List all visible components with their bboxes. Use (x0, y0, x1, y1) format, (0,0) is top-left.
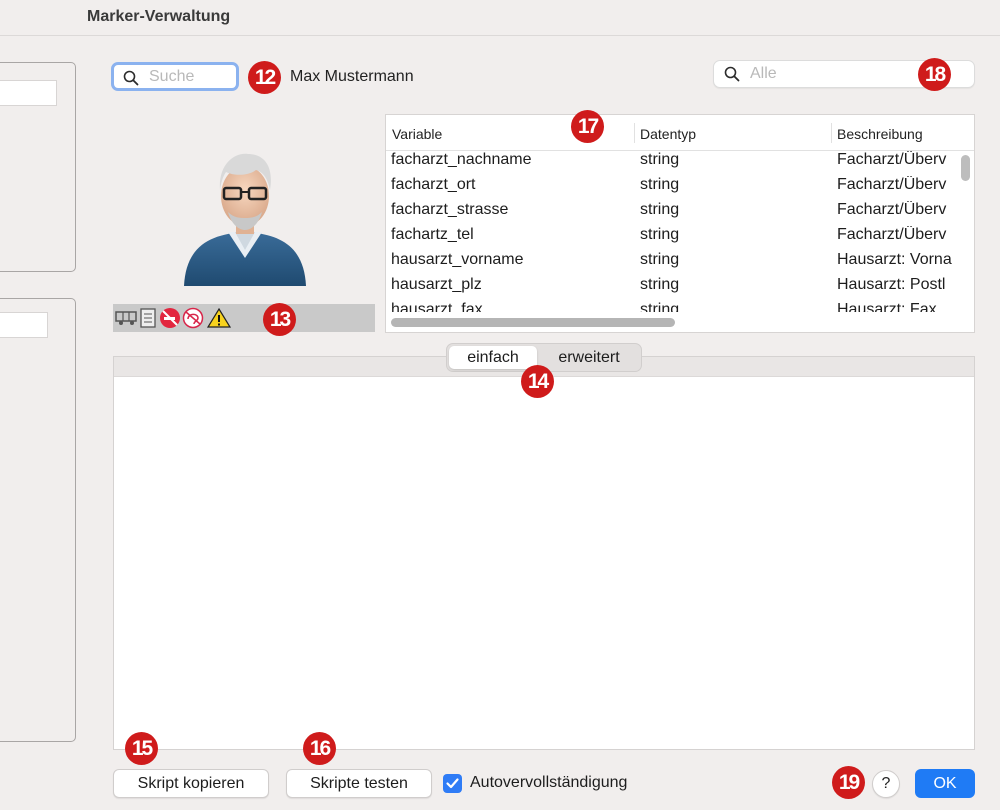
cell-variable: hausarzt_plz (391, 276, 482, 293)
callout-badge-19: 19 (832, 766, 865, 799)
copy-script-button[interactable]: Skript kopieren (113, 769, 269, 798)
patient-avatar (184, 153, 306, 286)
tab-erweitert[interactable]: erweitert (539, 346, 639, 369)
cell-beschreibung: Facharzt/Überv (837, 226, 947, 243)
cell-datentyp: string (640, 301, 680, 312)
table-row[interactable]: facharzt_strasse string Facharzt/Überv (386, 198, 958, 223)
patient-search-field[interactable] (111, 62, 239, 91)
cell-beschreibung: Facharzt/Überv (837, 176, 947, 193)
horizontal-scrollbar-thumb[interactable] (391, 318, 675, 327)
autocomplete-checkbox[interactable] (443, 774, 462, 793)
autocomplete-label[interactable]: Autovervollständigung (470, 774, 627, 792)
test-scripts-button[interactable]: Skripte testen (286, 769, 432, 798)
callout-badge-13: 13 (263, 303, 296, 336)
vehicle-icon (115, 311, 137, 325)
variable-filter-input[interactable] (750, 65, 920, 83)
column-divider[interactable] (634, 123, 635, 143)
column-divider[interactable] (831, 123, 832, 143)
table-row[interactable]: hausarzt_vorname string Hausarzt: Vorna (386, 248, 958, 273)
cell-datentyp: string (640, 176, 680, 193)
ok-button[interactable]: OK (915, 769, 975, 798)
column-header-variable[interactable]: Variable (392, 126, 442, 142)
left-field-top[interactable] (0, 80, 57, 106)
cell-beschreibung: Hausarzt: Postl (837, 276, 946, 293)
callout-badge-14: 14 (521, 365, 554, 398)
no-smoking-icon (160, 308, 180, 328)
cell-datentyp: string (640, 276, 680, 293)
title-bar: Marker-Verwaltung (0, 0, 1000, 36)
column-header-datentyp[interactable]: Datentyp (640, 126, 696, 142)
table-row[interactable]: facharzt_ort string Facharzt/Überv (386, 173, 958, 198)
patient-search-input[interactable] (149, 68, 234, 86)
clipboard-icon (140, 308, 156, 328)
table-row[interactable]: facharzt_nachname string Facharzt/Überv (386, 148, 958, 173)
cell-beschreibung: Facharzt/Überv (837, 151, 947, 168)
patient-name: Max Mustermann (290, 68, 414, 85)
left-panel-bottom (0, 298, 76, 742)
vertical-scrollbar-thumb[interactable] (961, 155, 970, 181)
cell-variable: facharzt_nachname (391, 151, 532, 168)
cell-datentyp: string (640, 201, 680, 218)
cell-datentyp: string (640, 251, 680, 268)
left-field-bottom[interactable] (0, 312, 48, 338)
table-row[interactable]: hausarzt_plz string Hausarzt: Postl (386, 273, 958, 298)
column-header-beschreibung[interactable]: Beschreibung (837, 126, 923, 142)
callout-badge-15: 15 (125, 732, 158, 765)
hearing-impaired-icon (182, 307, 204, 329)
cell-beschreibung: Facharzt/Überv (837, 201, 947, 218)
callout-badge-18: 18 (918, 58, 951, 91)
tab-einfach[interactable]: einfach (449, 346, 537, 369)
callout-badge-16: 16 (303, 732, 336, 765)
status-icon-bar (113, 304, 375, 332)
table-row[interactable]: fachartz_tel string Facharzt/Überv (386, 223, 958, 248)
cell-variable: hausarzt_vorname (391, 251, 524, 268)
search-icon (123, 70, 139, 86)
table-header: Variable Datentyp Beschreibung (386, 115, 974, 151)
callout-badge-12: 12 (248, 61, 281, 94)
horizontal-scrollbar[interactable] (386, 313, 974, 332)
search-icon (724, 66, 740, 82)
variables-table: Variable Datentyp Beschreibung facharzt_… (385, 114, 975, 333)
help-button[interactable]: ? (872, 770, 900, 798)
window-title: Marker-Verwaltung (87, 8, 231, 25)
checkmark-icon (446, 778, 459, 789)
cell-beschreibung: Hausarzt: Vorna (837, 251, 952, 268)
table-row[interactable]: hausarzt_fax string Hausarzt: Fax (386, 298, 958, 312)
cell-variable: facharzt_strasse (391, 201, 509, 218)
script-editor[interactable] (113, 356, 975, 750)
callout-badge-17: 17 (571, 110, 604, 143)
cell-datentyp: string (640, 226, 680, 243)
warning-icon (207, 307, 231, 328)
cell-variable: facharzt_ort (391, 176, 476, 193)
cell-variable: hausarzt_fax (391, 301, 483, 312)
cell-beschreibung: Hausarzt: Fax (837, 301, 937, 312)
cell-variable: fachartz_tel (391, 226, 474, 243)
cell-datentyp: string (640, 151, 680, 168)
table-body: facharzt_nachname string Facharzt/Überv … (386, 148, 958, 312)
